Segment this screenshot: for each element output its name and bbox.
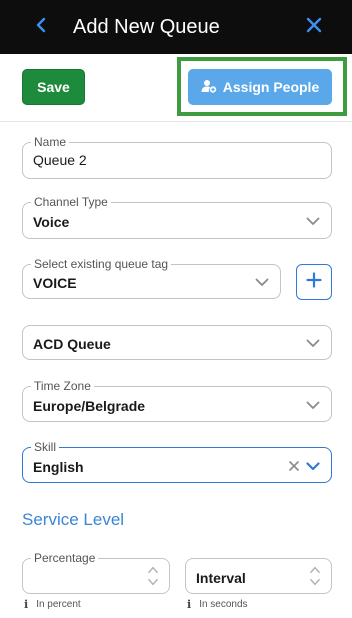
chevron-down-icon: [304, 212, 322, 230]
skill-label: Skill: [31, 440, 60, 454]
skill-select[interactable]: Skill English: [22, 440, 332, 483]
queue-tag-select[interactable]: Select existing queue tag VOICE: [22, 257, 281, 299]
back-button[interactable]: [30, 15, 52, 39]
percentage-hint: i In percent: [24, 599, 81, 611]
chevron-down-icon: [304, 334, 322, 352]
save-button[interactable]: Save: [22, 69, 85, 105]
queue-tag-label: Select existing queue tag: [31, 257, 172, 271]
close-icon: [306, 17, 322, 38]
time-zone-value: Europe/Belgrade: [33, 398, 146, 414]
time-zone-select[interactable]: Time Zone Europe/Belgrade: [22, 379, 332, 422]
plus-icon: [306, 271, 322, 293]
add-queue-screen: Add New Queue Save Assign People Name Qu…: [0, 0, 352, 618]
service-level-heading: Service Level: [22, 510, 125, 529]
spinner-arrows-icon[interactable]: [308, 564, 322, 588]
info-icon: i: [187, 598, 192, 611]
percentage-label: Percentage: [31, 551, 99, 565]
queue-tag-value: VOICE: [33, 275, 77, 291]
close-button[interactable]: [302, 15, 326, 39]
chevron-down-icon: [253, 273, 271, 291]
chevron-down-icon: [304, 396, 322, 414]
clear-icon[interactable]: [287, 457, 301, 475]
interval-hint: i In seconds: [187, 599, 248, 611]
time-zone-label: Time Zone: [31, 379, 94, 393]
name-label: Name: [31, 135, 70, 149]
info-icon: i: [24, 598, 29, 611]
spinner-arrows-icon[interactable]: [146, 564, 160, 588]
name-value: Queue 2: [33, 152, 87, 168]
channel-type-select[interactable]: Channel Type Voice: [22, 195, 332, 239]
channel-type-value: Voice: [33, 214, 70, 230]
page-title: Add New Queue: [73, 16, 220, 38]
queue-kind-value: ACD Queue: [33, 336, 111, 352]
interval-input[interactable]: Interval: [185, 558, 332, 594]
chevron-left-icon: [35, 17, 47, 38]
skill-value: English: [33, 459, 84, 475]
chevron-down-icon[interactable]: [304, 457, 322, 475]
percentage-input[interactable]: Percentage: [22, 551, 170, 594]
add-queue-tag-button[interactable]: [296, 264, 332, 300]
channel-type-label: Channel Type: [31, 195, 111, 209]
action-toolbar: Save Assign People: [0, 54, 352, 122]
interval-value: Interval: [196, 570, 246, 586]
interval-hint-text: In seconds: [199, 599, 248, 610]
assign-people-label: Assign People: [222, 79, 320, 95]
header-bar: Add New Queue: [0, 0, 352, 54]
percentage-hint-text: In percent: [36, 599, 81, 610]
name-field[interactable]: Name Queue 2: [22, 135, 332, 179]
queue-kind-select[interactable]: ACD Queue: [22, 325, 332, 360]
person-add-icon: [201, 79, 217, 96]
assign-people-button[interactable]: Assign People: [188, 69, 332, 105]
